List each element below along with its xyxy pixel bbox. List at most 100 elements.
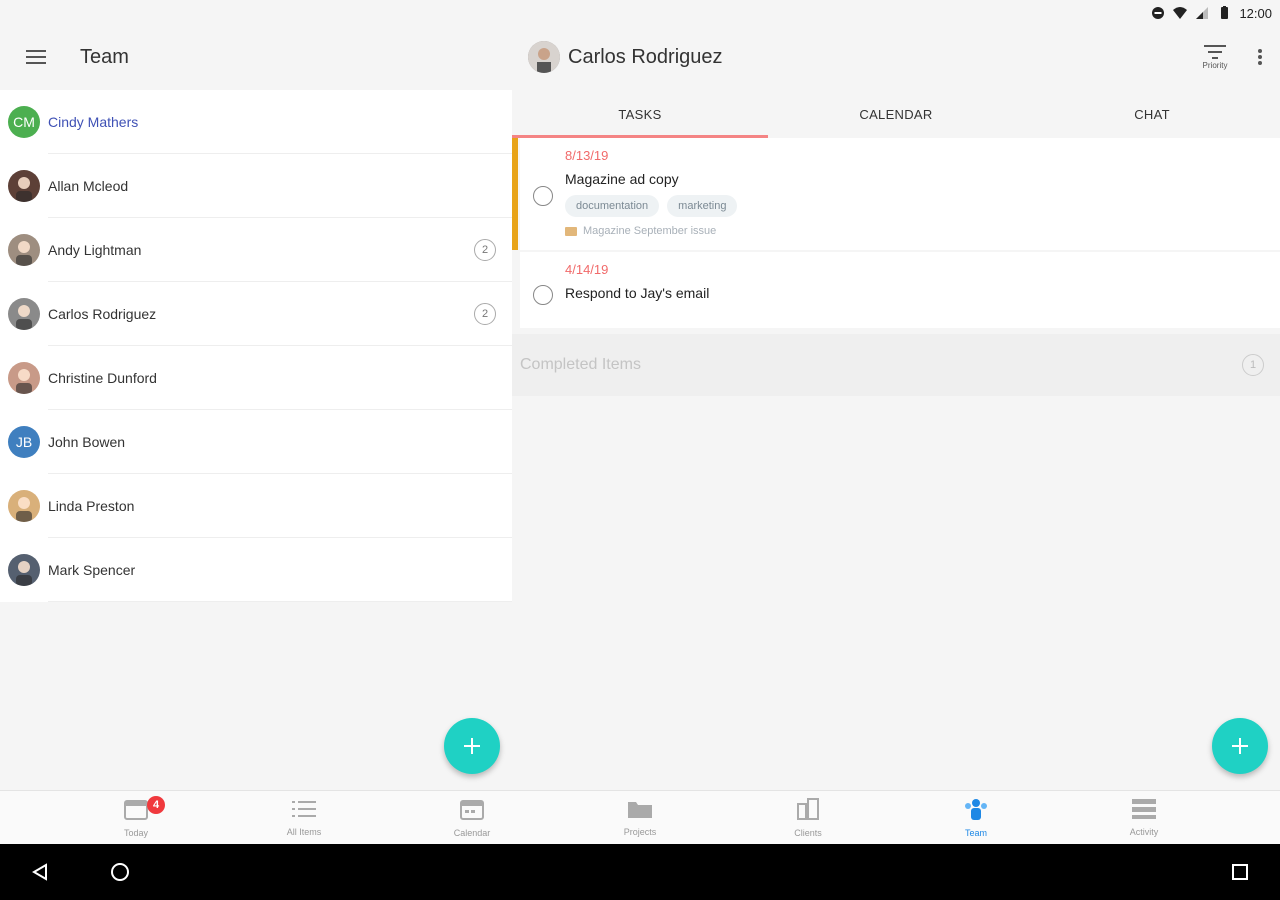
project-name: Magazine September issue <box>583 225 717 237</box>
filter-icon <box>1204 44 1226 59</box>
member-name: John Bowen <box>48 434 126 450</box>
tab-bar: TASKS CALENDAR CHAT <box>512 90 1280 138</box>
member-name: Christine Dunford <box>48 370 157 386</box>
avatar <box>8 234 40 266</box>
nav-label: Projects <box>623 827 657 837</box>
team-member-row[interactable]: Linda Preston <box>0 474 512 538</box>
nav-calendar[interactable]: Calendar <box>388 791 556 845</box>
nav-label: Activity <box>1129 827 1159 837</box>
task-project: Magazine September issue <box>565 225 737 237</box>
member-name-title: Carlos Rodriguez <box>568 45 723 68</box>
recents-icon <box>1232 864 1248 880</box>
task-count-badge: 2 <box>474 239 496 261</box>
dnd-icon <box>1151 6 1165 20</box>
avatar <box>8 490 40 522</box>
hamburger-icon <box>26 50 46 64</box>
task-count-badge: 2 <box>474 303 496 325</box>
priority-indicator <box>512 138 518 250</box>
member-name: Linda Preston <box>48 498 135 514</box>
member-name: Andy Lightman <box>48 242 142 258</box>
task-checkbox[interactable] <box>533 285 553 305</box>
calendar-icon <box>460 798 484 825</box>
avatar: JB <box>8 426 40 458</box>
signal-icon <box>1195 6 1209 20</box>
building-icon <box>796 798 820 825</box>
task-item[interactable]: 8/13/19 Magazine ad copy documentation mark… <box>512 138 1280 250</box>
tab-tasks[interactable]: TASKS <box>512 90 768 138</box>
nav-all-items[interactable]: All Items <box>220 791 388 845</box>
battery-icon <box>1217 6 1231 20</box>
wifi-icon <box>1173 6 1188 20</box>
status-bar: 12:00 <box>0 0 1280 26</box>
menu-button[interactable] <box>0 26 72 88</box>
folder-icon <box>565 226 577 236</box>
tag-chip[interactable]: marketing <box>667 195 738 217</box>
recents-button[interactable] <box>1228 860 1252 884</box>
task-list: 8/13/19 Magazine ad copy documentation mark… <box>512 138 1280 328</box>
avatar <box>8 170 40 202</box>
notification-badge: 4 <box>147 796 165 814</box>
member-name: Cindy Mathers <box>48 114 139 130</box>
activity-icon <box>1132 799 1156 824</box>
team-member-row[interactable]: JB John Bowen <box>0 410 512 474</box>
clock: 12:00 <box>1239 5 1272 21</box>
nav-label: Calendar <box>453 828 491 838</box>
task-tags: documentation marketing <box>565 195 738 217</box>
more-options-button[interactable] <box>1240 31 1280 83</box>
task-item[interactable]: 4/14/19 Respond to Jay's email <box>520 252 1280 328</box>
nav-label: Today <box>123 828 149 838</box>
team-member-row[interactable]: CM Cindy Mathers <box>0 90 512 154</box>
home-icon <box>111 863 129 881</box>
nav-label: Clients <box>794 828 822 838</box>
completed-items-label: Completed Items <box>520 356 641 373</box>
task-checkbox[interactable] <box>533 186 553 206</box>
member-name: Mark Spencer <box>48 562 136 578</box>
folder-icon <box>627 799 653 824</box>
nav-clients[interactable]: Clients <box>724 791 892 845</box>
member-header: Carlos Rodriguez Priority <box>512 26 1280 88</box>
back-button[interactable] <box>28 860 52 884</box>
task-title: Magazine ad copy <box>565 171 679 187</box>
home-button[interactable] <box>108 860 132 884</box>
nav-activity[interactable]: Activity <box>1060 791 1228 845</box>
avatar <box>8 554 40 586</box>
team-member-row[interactable]: Andy Lightman 2 <box>0 218 512 282</box>
team-member-list: CM Cindy Mathers Allan Mcleod Andy Lightman… <box>0 90 512 602</box>
avatar: CM <box>8 106 40 138</box>
nav-team[interactable]: Team <box>892 791 1060 845</box>
task-body: 4/14/19 Respond to Jay's email <box>565 252 709 328</box>
bottom-navigation: Today 4 All Items Calendar Projects Clients Te… <box>0 790 1280 844</box>
add-task-button[interactable] <box>1212 718 1268 774</box>
avatar <box>8 298 40 330</box>
team-member-row[interactable]: Allan Mcleod <box>0 154 512 218</box>
nav-today[interactable]: Today 4 <box>52 791 220 845</box>
more-vert-icon <box>1258 49 1262 65</box>
back-icon <box>32 863 47 881</box>
page-title: Team <box>80 45 129 68</box>
list-icon <box>292 799 316 824</box>
team-member-row[interactable]: Carlos Rodriguez 2 <box>0 282 512 346</box>
team-member-row[interactable]: Mark Spencer <box>0 538 512 602</box>
team-header: Team <box>0 26 512 88</box>
team-member-row[interactable]: Christine Dunford <box>0 346 512 410</box>
calendar-today-icon <box>124 798 148 825</box>
completed-items-row[interactable]: Completed Items 1 <box>512 334 1280 396</box>
task-due-date: 8/13/19 <box>565 148 609 163</box>
member-name: Carlos Rodriguez <box>48 306 157 322</box>
nav-label: Team <box>964 828 987 838</box>
tag-chip[interactable]: documentation <box>565 195 660 217</box>
add-team-member-button[interactable] <box>444 718 500 774</box>
system-navigation-bar <box>0 844 1280 900</box>
plus-icon <box>464 738 480 754</box>
task-due-date: 4/14/19 <box>565 262 609 277</box>
task-body: 8/13/19 Magazine ad copy documentation mark… <box>565 138 738 250</box>
avatar <box>8 362 40 394</box>
filter-label: Priority <box>1202 60 1228 70</box>
team-icon <box>964 798 988 825</box>
task-title: Respond to Jay's email <box>565 285 710 301</box>
nav-projects[interactable]: Projects <box>556 791 724 845</box>
member-name: Allan Mcleod <box>48 178 129 194</box>
priority-filter-button[interactable]: Priority <box>1190 31 1240 83</box>
tab-calendar[interactable]: CALENDAR <box>768 90 1024 138</box>
tab-chat[interactable]: CHAT <box>1024 90 1280 138</box>
